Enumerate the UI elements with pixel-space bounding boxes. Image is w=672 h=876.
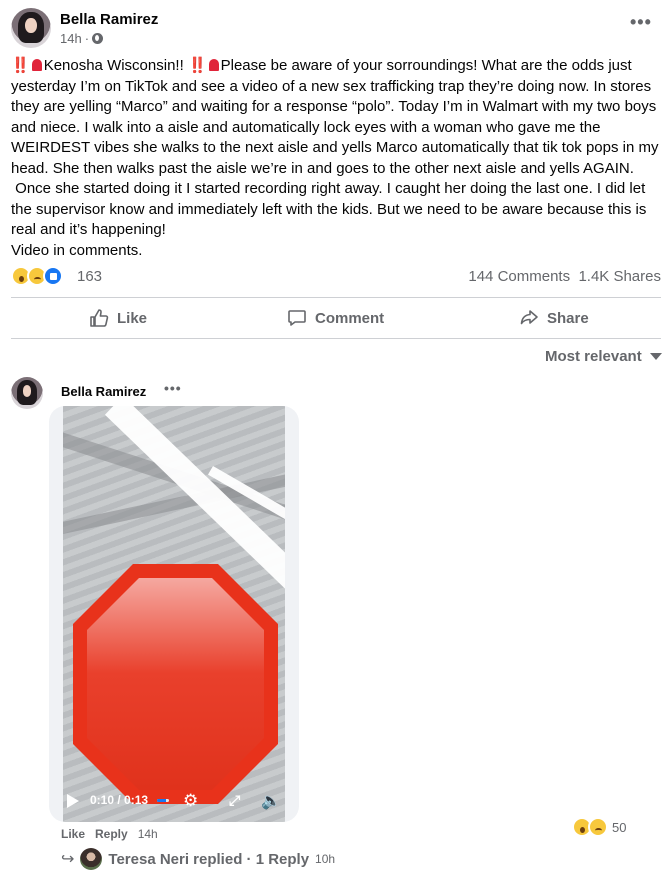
avatar-face	[25, 18, 37, 33]
play-icon[interactable]	[67, 794, 79, 808]
divider	[11, 297, 661, 298]
post-more-options-button[interactable]: •••	[630, 12, 652, 33]
comment-more-options-button[interactable]: •••	[164, 380, 182, 396]
double-exclamation-icon: ‼️	[11, 57, 30, 74]
siren-icon	[208, 59, 219, 71]
reaction-count[interactable]: 163	[77, 268, 102, 285]
like-button[interactable]: Like	[89, 299, 147, 337]
comment-like-link[interactable]: Like	[61, 827, 85, 841]
stop-sign-icon	[73, 564, 278, 804]
comment-reply-link[interactable]: Reply	[95, 827, 128, 841]
divider	[11, 338, 661, 339]
sort-label: Most relevant	[545, 348, 642, 365]
reply-time: 10h	[315, 852, 336, 866]
volume-icon[interactable]: 🔈	[261, 791, 281, 811]
comment-share-counts: 144 Comments 1.4K Shares	[468, 268, 661, 285]
comment-reaction-count: 50	[612, 820, 627, 835]
comment-label: Comment	[315, 309, 385, 327]
comment-time[interactable]: 14h	[138, 827, 158, 841]
like-label: Like	[117, 309, 148, 327]
post-time[interactable]: 14h	[60, 31, 82, 46]
video-time: 0:10 / 0:13	[90, 793, 149, 807]
post-author-name[interactable]: Bella Ramirez	[60, 11, 158, 28]
replier-avatar	[80, 848, 103, 870]
shares-count[interactable]: 1.4K Shares	[578, 268, 661, 285]
speech-bubble-icon	[288, 310, 306, 326]
fullscreen-icon[interactable]: ⤢	[229, 792, 240, 809]
comment-sort-dropdown[interactable]: Most relevant	[545, 348, 662, 365]
comment-author-avatar[interactable]	[11, 377, 43, 409]
comment-button[interactable]: Comment	[287, 299, 384, 337]
comment-reactions-summary[interactable]: 50	[572, 817, 634, 839]
comment-author-name[interactable]: Bella Ramirez	[61, 384, 146, 399]
comment-actions: Like Reply 14h	[61, 827, 158, 841]
comments-count[interactable]: 144 Comments	[468, 268, 570, 285]
post-author-avatar[interactable]	[11, 8, 51, 48]
post-meta: 14h ·	[60, 31, 104, 46]
video-progress-fill	[157, 799, 167, 802]
post-reactions-summary: 163 144 Comments 1.4K Shares	[11, 266, 661, 288]
post-text-line1: Kenosha Wisconsin!!	[43, 57, 188, 74]
reply-summary-text: Teresa Neri replied · 1 Reply	[108, 850, 310, 868]
settings-gear-icon[interactable]: ⚙	[183, 792, 198, 809]
reply-arrow-icon: ↪	[61, 851, 75, 868]
caret-down-icon	[649, 353, 662, 360]
globe-icon	[92, 33, 104, 44]
siren-icon	[31, 59, 42, 71]
share-arrow-icon	[520, 310, 538, 325]
post-text-body: Please be aware of your sorroundings! Wh…	[11, 57, 659, 259]
double-exclamation-icon: ‼️	[187, 57, 207, 74]
share-label: Share	[547, 309, 589, 327]
sad-reaction-icon	[588, 817, 608, 837]
view-replies-link[interactable]: ↪ Teresa Neri replied · 1 Reply 10h	[61, 848, 335, 870]
like-reaction-icon[interactable]	[43, 266, 63, 286]
dot-separator: ·	[84, 31, 90, 46]
video-controls: 0:10 / 0:13 ⚙ ⤢ 🔈	[63, 786, 285, 816]
comment-video[interactable]: 0:10 / 0:13 ⚙ ⤢ 🔈	[49, 406, 299, 822]
post-action-bar: Like Comment Share	[11, 299, 661, 337]
thumbs-up-icon	[90, 309, 109, 327]
video-progress-bar[interactable]	[157, 799, 169, 802]
share-button[interactable]: Share	[519, 299, 589, 337]
post-body: ‼️ Kenosha Wisconsin!! ‼️ Please be aware …	[11, 56, 663, 261]
